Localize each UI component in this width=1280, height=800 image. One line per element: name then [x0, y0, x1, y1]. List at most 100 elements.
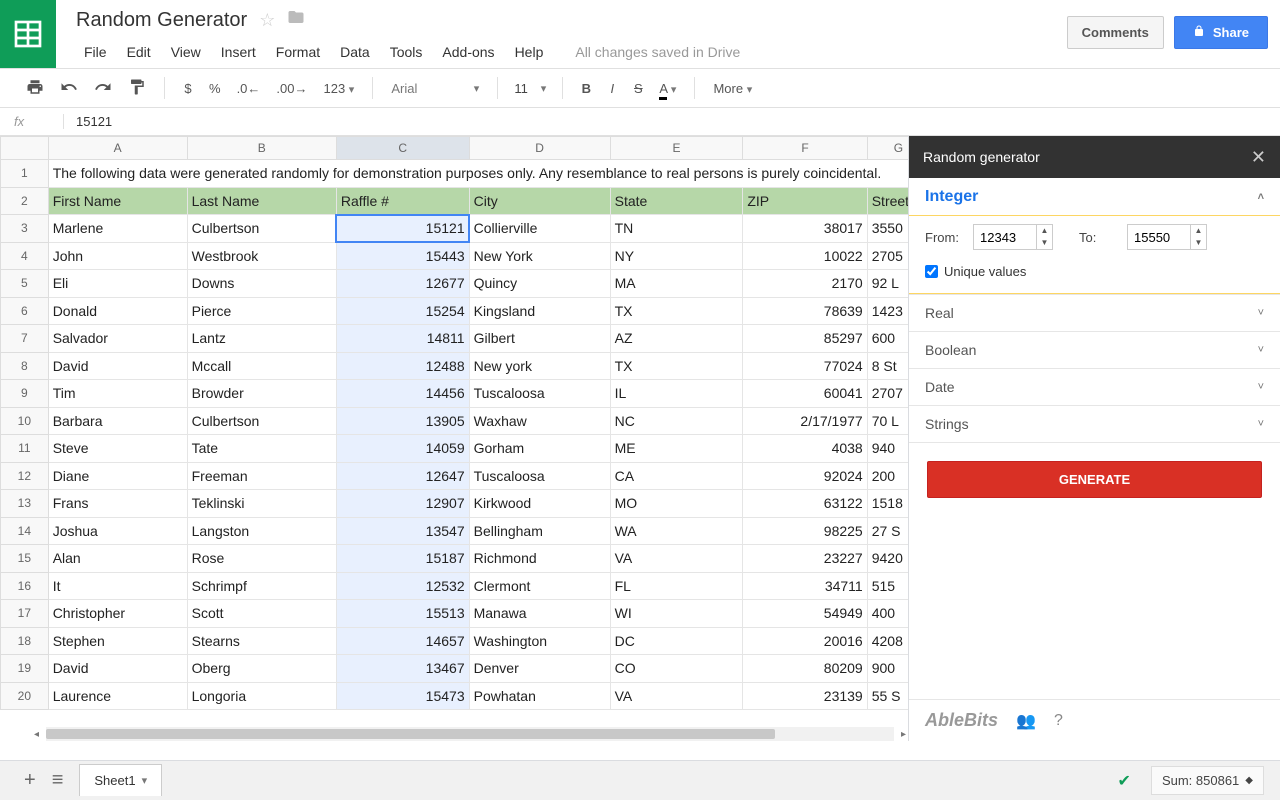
cell[interactable]: Washington — [469, 627, 610, 655]
row-header[interactable]: 15 — [1, 545, 49, 573]
cell[interactable]: Tim — [48, 380, 187, 408]
row-header[interactable]: 17 — [1, 600, 49, 628]
col-header[interactable]: G — [867, 137, 908, 160]
col-header[interactable]: E — [610, 137, 743, 160]
cell[interactable]: TX — [610, 297, 743, 325]
dec-increase-icon[interactable]: .00→ — [270, 77, 313, 100]
sheet-tab[interactable]: Sheet1▾ — [79, 764, 162, 796]
cell[interactable]: TX — [610, 352, 743, 380]
cell[interactable]: Powhatan — [469, 682, 610, 710]
cell[interactable]: 200 — [867, 462, 908, 490]
cell[interactable]: Stephen — [48, 627, 187, 655]
cell[interactable]: Culbertson — [187, 215, 336, 243]
cell[interactable]: Oberg — [187, 655, 336, 683]
unique-checkbox[interactable] — [925, 265, 938, 278]
cell[interactable]: It — [48, 572, 187, 600]
help-icon[interactable]: ? — [1054, 712, 1063, 730]
row-header[interactable]: 9 — [1, 380, 49, 408]
cell[interactable]: Freeman — [187, 462, 336, 490]
explore-icon[interactable]: ✔ — [1118, 771, 1131, 791]
cell[interactable]: VA — [610, 682, 743, 710]
cell[interactable]: 12488 — [336, 352, 469, 380]
cell[interactable]: 80209 — [743, 655, 867, 683]
cell[interactable]: Pierce — [187, 297, 336, 325]
cell[interactable]: 400 — [867, 600, 908, 628]
cell[interactable]: 10022 — [743, 242, 867, 270]
format-123[interactable]: 123 ▾ — [317, 77, 360, 100]
cell[interactable]: Alan — [48, 545, 187, 573]
cell[interactable]: Steve — [48, 435, 187, 463]
cell[interactable]: 4208 — [867, 627, 908, 655]
cell[interactable]: Diane — [48, 462, 187, 490]
cell[interactable]: Langston — [187, 517, 336, 545]
cell[interactable]: IL — [610, 380, 743, 408]
strike-icon[interactable]: S — [627, 77, 649, 100]
cell[interactable]: MO — [610, 490, 743, 518]
cell[interactable]: 13547 — [336, 517, 469, 545]
cell[interactable]: 3550 — [867, 215, 908, 243]
dec-decrease-icon[interactable]: .0← — [231, 77, 267, 100]
cell[interactable]: Gilbert — [469, 325, 610, 353]
cell[interactable]: 1518 — [867, 490, 908, 518]
more-menu[interactable]: More ▾ — [707, 77, 758, 100]
menu-format[interactable]: Format — [268, 40, 328, 64]
row-header[interactable]: 1 — [1, 160, 49, 188]
text-color-icon[interactable]: A ▾ — [653, 77, 682, 100]
cell[interactable]: 14059 — [336, 435, 469, 463]
sheets-logo[interactable] — [0, 0, 56, 68]
people-icon[interactable]: 👥 — [1016, 711, 1036, 731]
cell[interactable]: Stearns — [187, 627, 336, 655]
redo-icon[interactable] — [88, 74, 118, 103]
doc-title[interactable]: Random Generator — [76, 9, 247, 32]
menu-insert[interactable]: Insert — [213, 40, 264, 64]
cell[interactable]: John — [48, 242, 187, 270]
row-header[interactable]: 10 — [1, 407, 49, 435]
cell[interactable]: 85297 — [743, 325, 867, 353]
share-button[interactable]: Share — [1174, 16, 1268, 49]
cell[interactable]: FL — [610, 572, 743, 600]
menu-addons[interactable]: Add-ons — [434, 40, 502, 64]
row-header[interactable]: 4 — [1, 242, 49, 270]
cell[interactable]: 12907 — [336, 490, 469, 518]
menu-view[interactable]: View — [163, 40, 209, 64]
cell[interactable]: 78639 — [743, 297, 867, 325]
comments-button[interactable]: Comments — [1067, 16, 1164, 49]
cell[interactable]: Laurence — [48, 682, 187, 710]
row-header[interactable]: 16 — [1, 572, 49, 600]
cell[interactable]: David — [48, 352, 187, 380]
cell[interactable]: 60041 — [743, 380, 867, 408]
cell[interactable]: Downs — [187, 270, 336, 298]
cell[interactable]: 14811 — [336, 325, 469, 353]
cell[interactable]: Kirkwood — [469, 490, 610, 518]
paint-format-icon[interactable] — [122, 74, 152, 103]
cell[interactable]: 2705 — [867, 242, 908, 270]
spin-down-icon[interactable]: ▼ — [1191, 237, 1206, 249]
cell[interactable]: 13467 — [336, 655, 469, 683]
cell[interactable]: David — [48, 655, 187, 683]
cell[interactable]: 14657 — [336, 627, 469, 655]
col-header[interactable]: D — [469, 137, 610, 160]
undo-icon[interactable] — [54, 74, 84, 103]
cell[interactable]: 2707 — [867, 380, 908, 408]
fx-label[interactable]: fx — [14, 114, 64, 129]
cell[interactable]: 23139 — [743, 682, 867, 710]
cell[interactable]: Donald — [48, 297, 187, 325]
cell[interactable]: 12532 — [336, 572, 469, 600]
cell[interactable]: New York — [469, 242, 610, 270]
menu-help[interactable]: Help — [507, 40, 552, 64]
bold-icon[interactable]: B — [575, 77, 597, 100]
close-icon[interactable]: ✕ — [1251, 147, 1266, 168]
header-cell[interactable]: Last Name — [187, 187, 336, 215]
header-cell[interactable]: Raffle # — [336, 187, 469, 215]
cell[interactable]: Tate — [187, 435, 336, 463]
cell[interactable]: 14456 — [336, 380, 469, 408]
row-header[interactable]: 19 — [1, 655, 49, 683]
font-select[interactable]: Arial▾ — [385, 81, 485, 96]
cell[interactable]: Quincy — [469, 270, 610, 298]
spin-up-icon[interactable]: ▲ — [1037, 225, 1052, 237]
cell[interactable]: VA — [610, 545, 743, 573]
cell[interactable]: TN — [610, 215, 743, 243]
cell[interactable]: Teklinski — [187, 490, 336, 518]
note-cell[interactable]: The following data were generated random… — [48, 160, 908, 188]
cell[interactable]: 4038 — [743, 435, 867, 463]
